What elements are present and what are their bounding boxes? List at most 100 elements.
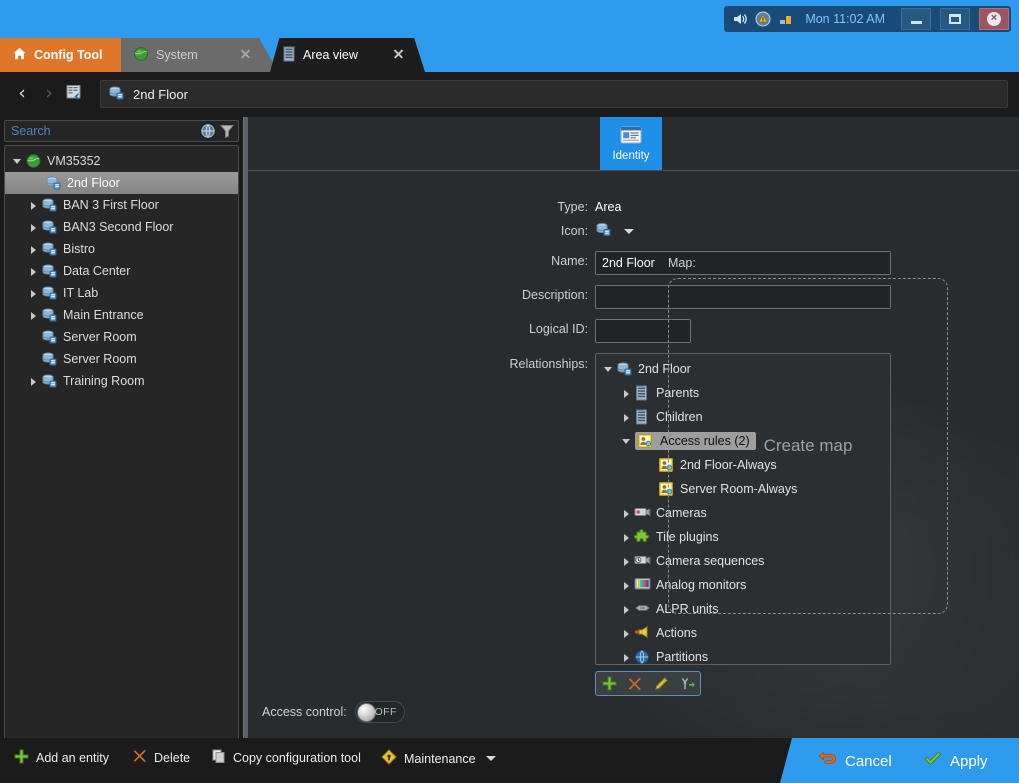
delete-button[interactable]: Delete — [133, 749, 190, 766]
chevron-right-icon[interactable] — [27, 243, 40, 256]
chevron-right-icon[interactable] — [27, 375, 40, 388]
add-relationship-button[interactable] — [596, 672, 622, 695]
tree-item-server-room-2[interactable]: Server Room — [5, 348, 238, 370]
area-icon — [41, 219, 58, 235]
tab-system[interactable]: System — [121, 38, 278, 72]
chevron-right-icon[interactable] — [620, 555, 633, 568]
icon-picker[interactable] — [595, 221, 634, 241]
chevron-right-icon[interactable] — [620, 387, 633, 400]
x-icon — [133, 749, 147, 766]
funnel-icon[interactable] — [219, 123, 235, 139]
tree-item-vm35352[interactable]: VM35352 — [5, 150, 238, 172]
tree-item-label: Bistro — [63, 241, 95, 257]
building-icon — [634, 385, 651, 401]
copy-configuration-tool-button[interactable]: Copy configuration tool — [212, 749, 361, 766]
maintenance-button[interactable]: Maintenance — [381, 749, 496, 768]
jump-to-entity-button[interactable] — [674, 672, 700, 695]
puzzle-icon — [634, 529, 651, 545]
tree-item-training-room[interactable]: Training Room — [5, 370, 238, 392]
area-icon — [41, 241, 58, 257]
rel-item-label: Actions — [656, 625, 697, 641]
create-map-label: Create map — [764, 436, 853, 456]
tree-item-label: Main Entrance — [63, 307, 144, 323]
type-value-row: Area — [595, 200, 621, 214]
rel-item-partitions[interactable]: Partitions — [596, 645, 890, 665]
chevron-right-icon[interactable] — [620, 531, 633, 544]
tree-item-label: 2nd Floor — [67, 175, 120, 191]
add-an-entity-button[interactable]: Add an entity — [14, 749, 109, 767]
chevron-down-icon[interactable] — [624, 229, 634, 234]
create-map-dropzone[interactable]: Create map — [668, 278, 948, 614]
logical-id-label: Logical ID: — [529, 322, 588, 336]
chevron-right-icon[interactable] — [620, 507, 633, 520]
chevron-right-icon[interactable] — [620, 651, 633, 664]
toggle-state-label: OFF — [375, 706, 397, 718]
chevron-down-icon[interactable] — [620, 435, 633, 448]
close-icon[interactable] — [393, 48, 405, 60]
tree-item-label: BAN3 Second Floor — [63, 219, 173, 235]
access-control-label: Access control: — [262, 705, 347, 719]
tree-item-main-entrance[interactable]: Main Entrance — [5, 304, 238, 326]
search-box[interactable]: Search — [4, 120, 239, 142]
maximize-button[interactable] — [940, 8, 970, 30]
maintenance-diamond-icon — [381, 749, 397, 768]
tree-item-ban-3-first-floor[interactable]: BAN 3 First Floor — [5, 194, 238, 216]
warning-shield-icon[interactable] — [755, 11, 771, 27]
plus-icon — [14, 749, 29, 767]
tree-item-label: BAN 3 First Floor — [63, 197, 159, 213]
building-icon — [634, 409, 651, 425]
tree-item-2nd-floor[interactable]: 2nd Floor — [5, 172, 238, 194]
monitor-icon — [634, 577, 651, 593]
address-bar[interactable]: 2nd Floor — [100, 80, 1008, 108]
chevron-right-icon[interactable] — [27, 309, 40, 322]
chevron-right-icon[interactable] — [27, 287, 40, 300]
forward-arrow-icon[interactable]: › — [40, 85, 58, 103]
chevron-right-icon[interactable] — [620, 603, 633, 616]
speaker-icon[interactable] — [732, 11, 748, 27]
clock-label[interactable]: Mon 11:02 AM — [801, 12, 892, 26]
close-icon[interactable] — [240, 48, 252, 60]
network-icon[interactable] — [778, 11, 794, 27]
cancel-button[interactable]: Cancel — [818, 750, 892, 772]
tree-item-it-lab[interactable]: IT Lab — [5, 282, 238, 304]
delete-label: Delete — [154, 751, 190, 765]
tree-item-bistro[interactable]: Bistro — [5, 238, 238, 260]
chevron-right-icon[interactable] — [27, 221, 40, 234]
globe-icon[interactable] — [200, 123, 216, 139]
cancel-label: Cancel — [845, 753, 892, 770]
rel-item-actions[interactable]: Actions — [596, 621, 890, 645]
back-arrow-icon[interactable]: ‹ — [13, 85, 31, 103]
chevron-down-icon[interactable] — [486, 756, 496, 761]
chevron-right-icon[interactable] — [27, 199, 40, 212]
application-tab-strip: Config Tool System Area view — [0, 38, 1019, 72]
tree-item-label: IT Lab — [63, 285, 98, 301]
system-tray: Mon 11:02 AM × — [724, 6, 1011, 32]
entity-tree[interactable]: VM35352 2nd Floor BAN 3 First Floor — [4, 145, 239, 783]
tree-item-data-center[interactable]: Data Center — [5, 260, 238, 282]
access-control-toggle[interactable]: OFF — [355, 701, 405, 723]
tab-area-view[interactable]: Area view — [270, 38, 425, 72]
remove-relationship-button[interactable] — [622, 672, 648, 695]
name-input[interactable] — [595, 251, 891, 275]
chevron-right-icon[interactable] — [620, 411, 633, 424]
goto-entity-icon[interactable] — [65, 84, 85, 103]
add-an-entity-label: Add an entity — [36, 751, 109, 765]
minimize-button[interactable] — [901, 8, 931, 30]
chevron-right-icon[interactable] — [620, 627, 633, 640]
apply-button[interactable]: Apply — [923, 750, 988, 772]
chevron-right-icon[interactable] — [27, 265, 40, 278]
field-relationships: Relationships: — [248, 357, 588, 371]
tree-item-server-room-1[interactable]: Server Room — [5, 326, 238, 348]
area-icon — [41, 285, 58, 301]
chevron-right-icon[interactable] — [620, 579, 633, 592]
tree-item-ban3-second-floor[interactable]: BAN3 Second Floor — [5, 216, 238, 238]
search-input[interactable]: Search — [5, 124, 200, 138]
close-button[interactable]: × — [979, 8, 1009, 30]
chevron-down-icon[interactable] — [11, 155, 24, 168]
tab-config-tool[interactable]: Config Tool — [0, 38, 121, 72]
field-logical-id: Logical ID: — [248, 322, 588, 336]
edit-relationship-button[interactable] — [648, 672, 674, 695]
chevron-down-icon[interactable] — [602, 363, 615, 376]
tab-identity[interactable]: Identity — [600, 117, 662, 171]
twisty-placeholder — [27, 353, 40, 366]
